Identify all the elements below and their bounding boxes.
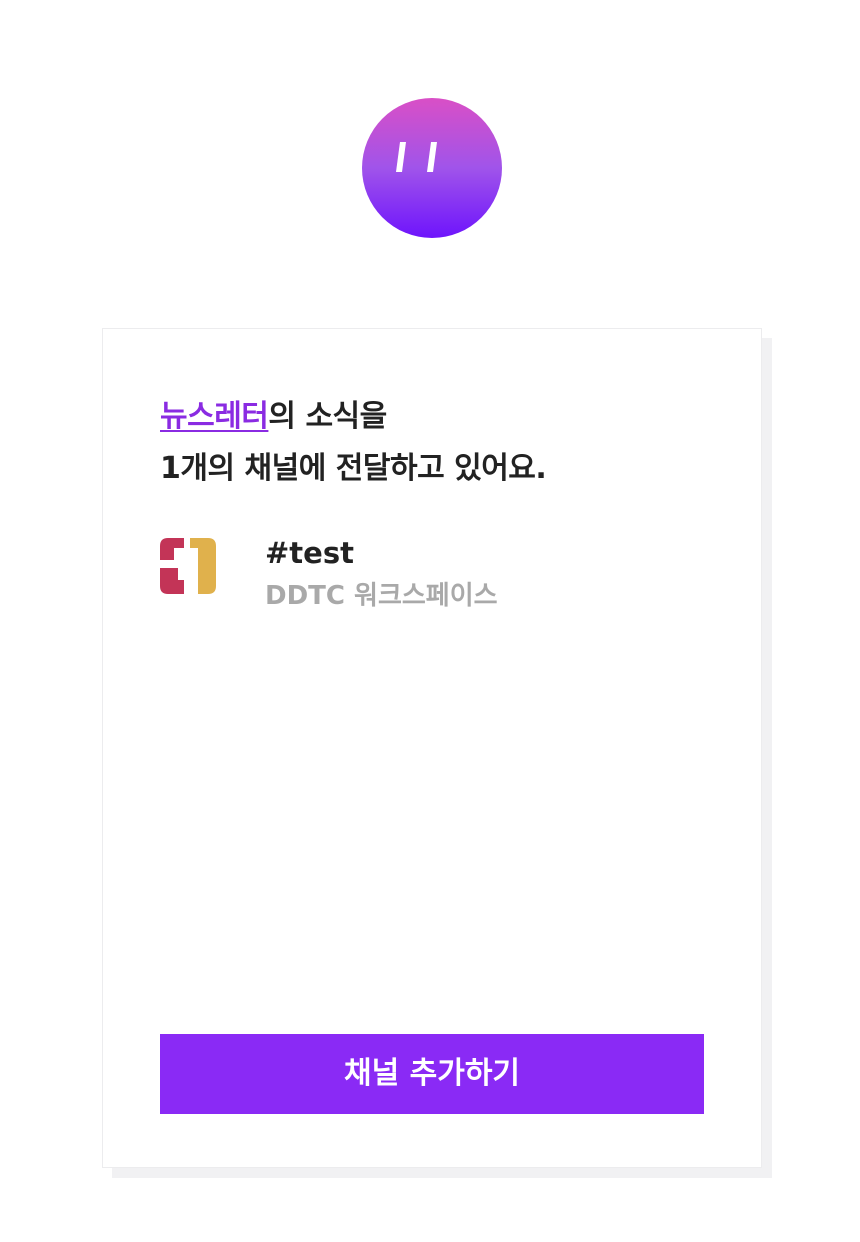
- add-channel-button[interactable]: 채널 추가하기: [160, 1034, 704, 1114]
- workspace-icon: [160, 538, 216, 594]
- channel-card: 뉴스레터의 소식을 1개의 채널에 전달하고 있어요. #test DDTC 워…: [102, 328, 762, 1168]
- channel-item[interactable]: #test DDTC 워크스페이스: [160, 535, 700, 615]
- brand-logo: [362, 98, 502, 238]
- newsletter-link[interactable]: 뉴스레터: [160, 399, 269, 434]
- channel-workspace: DDTC 워크스페이스: [265, 581, 498, 611]
- quote-marks-icon: [396, 142, 437, 172]
- headline-line1-rest: 의 소식을: [268, 399, 387, 434]
- channel-name: #test: [265, 536, 354, 570]
- headline-line2: 1개의 채널에 전달하고 있어요.: [160, 451, 547, 486]
- headline: 뉴스레터의 소식을 1개의 채널에 전달하고 있어요.: [160, 391, 547, 495]
